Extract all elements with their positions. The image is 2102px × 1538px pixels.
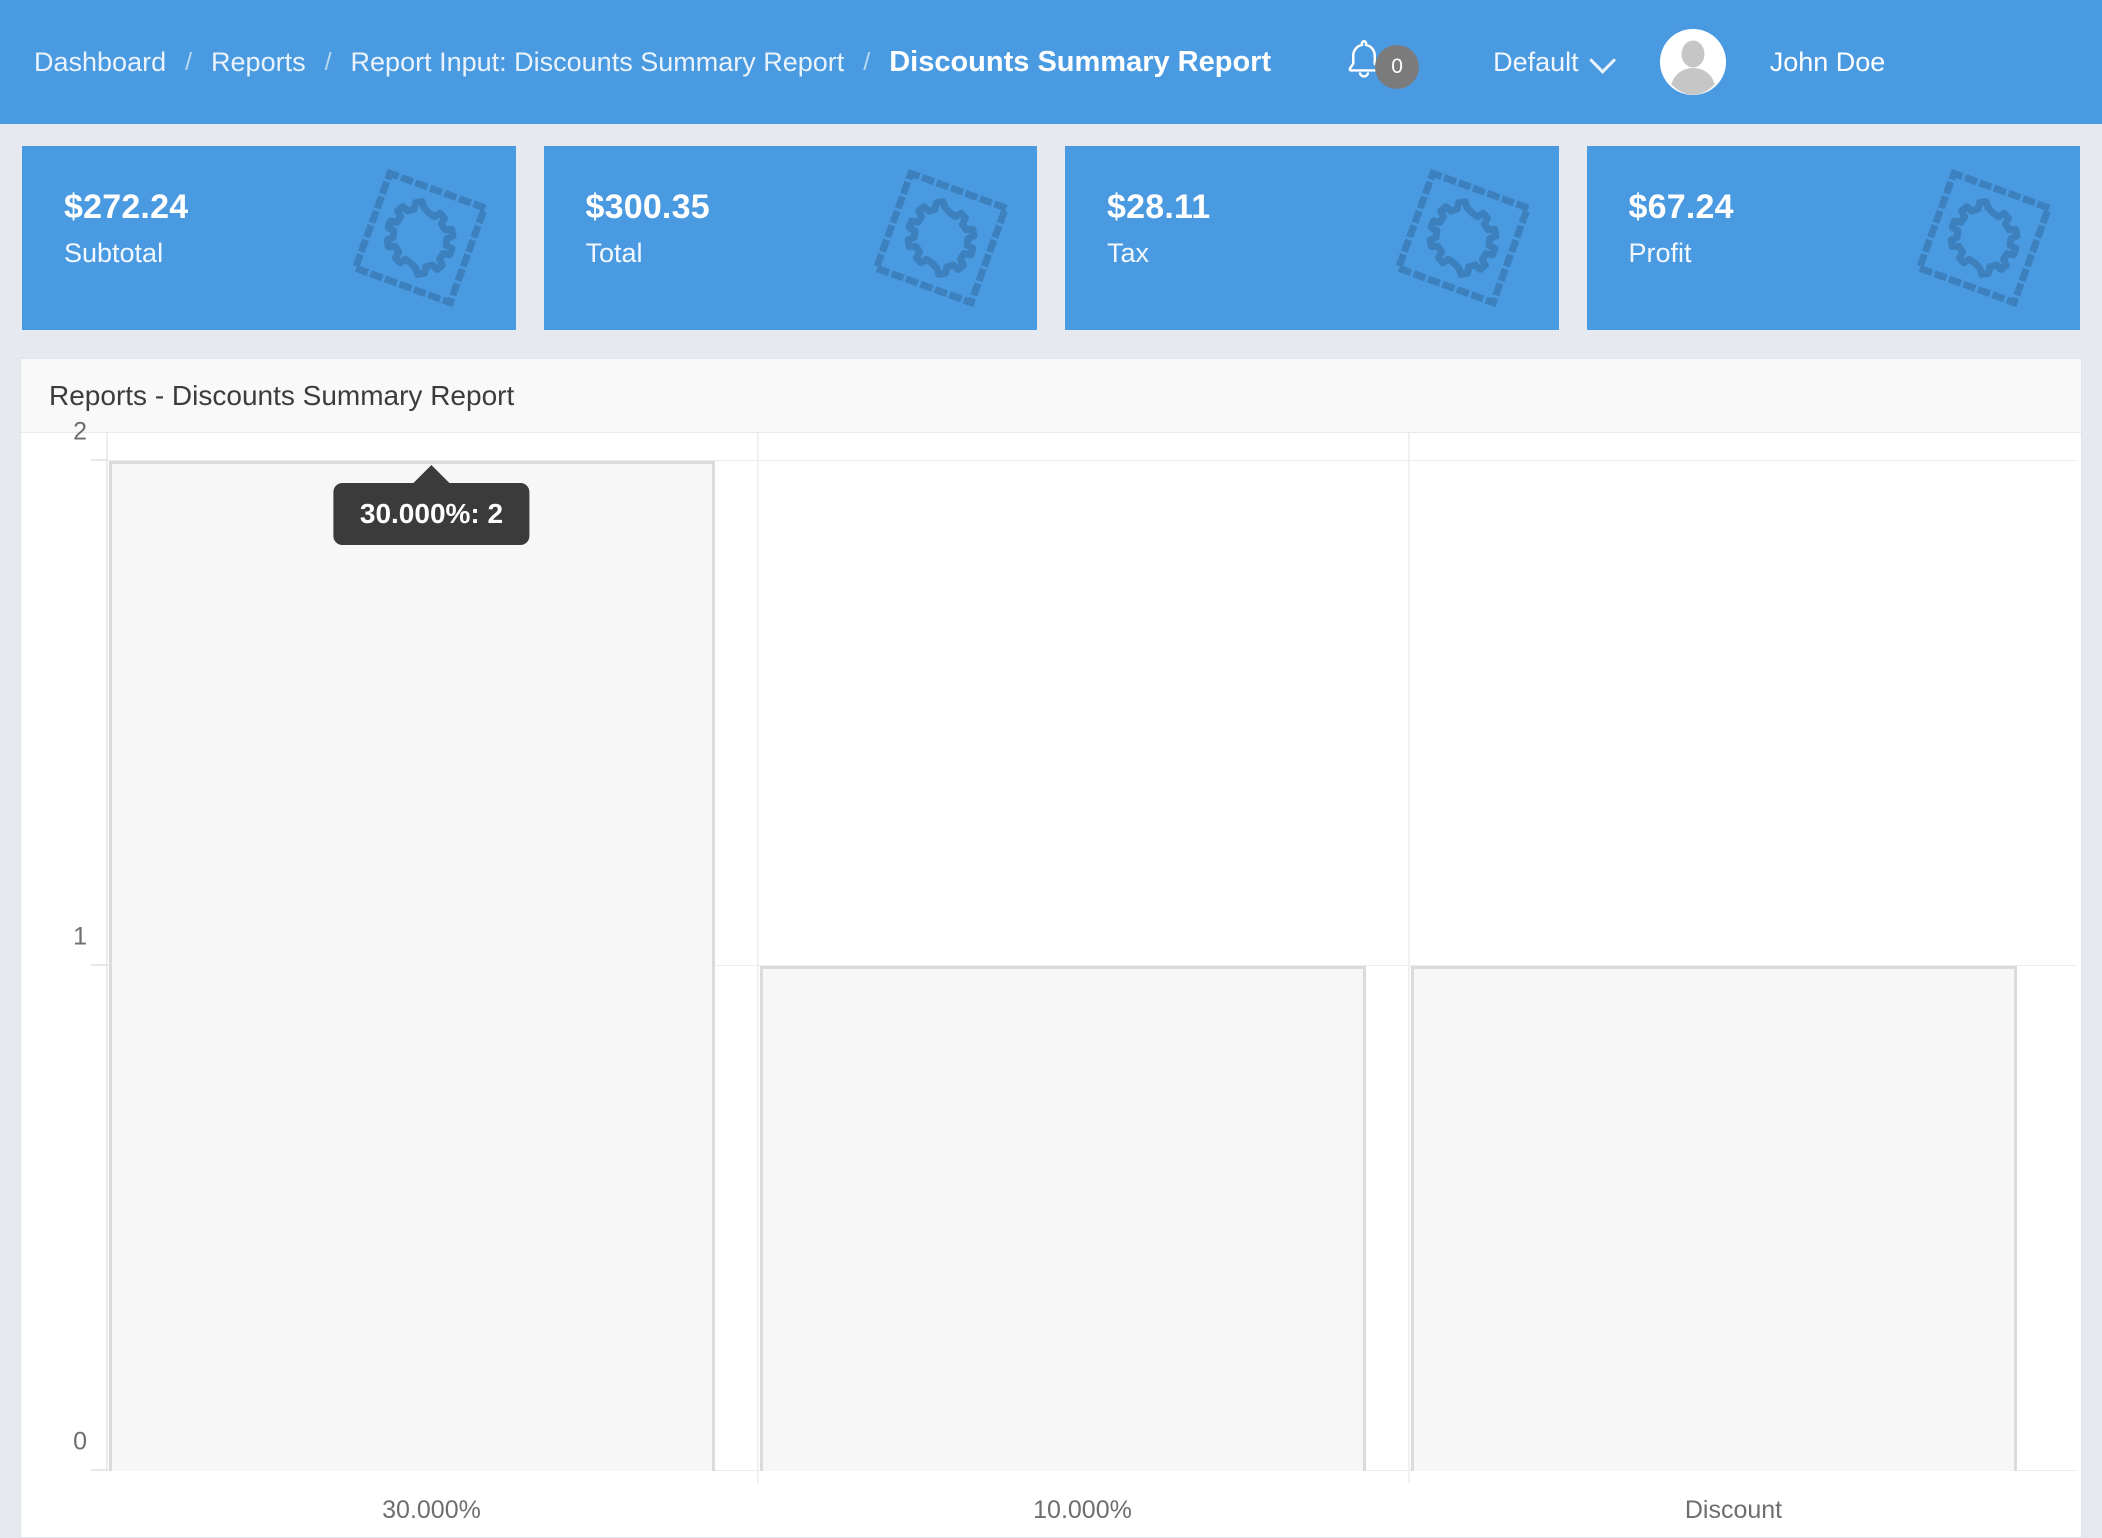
workspace-selector[interactable]: Default xyxy=(1493,47,1610,78)
breadcrumb: Dashboard / Reports / Report Input: Disc… xyxy=(34,46,1271,79)
kpi-card-row: $272.24 Subtotal $300.35 Total $28.11 Ta… xyxy=(0,124,2102,330)
kpi-label: Profit xyxy=(1629,238,1692,269)
page-title: Reports - Discounts Summary Report xyxy=(49,380,514,412)
user-avatar-icon xyxy=(1660,29,1726,95)
chart-y-tick-label: 1 xyxy=(73,923,87,952)
chart-y-tick-label: 0 xyxy=(73,1428,87,1457)
chart-y-tick-mark xyxy=(91,1470,107,1471)
breadcrumb-item-current-page: Discounts Summary Report xyxy=(889,46,1271,79)
chart-y-tick-mark xyxy=(91,460,107,461)
kpi-card-subtotal[interactable]: $272.24 Subtotal xyxy=(22,146,516,330)
chart-canvas[interactable]: 01230.000%10.000%Discount30.000%: 2 xyxy=(21,433,2081,1537)
chart-y-tick-label: 2 xyxy=(73,418,87,447)
gear-in-dashed-square-icon xyxy=(1393,168,1533,308)
breadcrumb-separator: / xyxy=(306,48,351,77)
breadcrumb-item-reports[interactable]: Reports xyxy=(211,47,306,78)
kpi-value: $272.24 xyxy=(64,188,188,227)
chart-plot-area: 01230.000%10.000%Discount30.000%: 2 xyxy=(106,461,2059,1471)
kpi-card-profit[interactable]: $67.24 Profit xyxy=(1587,146,2081,330)
chart-tooltip: 30.000%: 2 xyxy=(334,483,529,545)
gear-in-dashed-square-icon xyxy=(871,168,1011,308)
chart-gridline-vertical xyxy=(757,433,759,1483)
chart-bar[interactable] xyxy=(1411,966,2017,1471)
kpi-value: $300.35 xyxy=(586,188,710,227)
kpi-card-tax[interactable]: $28.11 Tax xyxy=(1065,146,1559,330)
breadcrumb-item-report-input[interactable]: Report Input: Discounts Summary Report xyxy=(351,47,845,78)
top-header-bar: Dashboard / Reports / Report Input: Disc… xyxy=(0,0,2102,124)
notifications-button[interactable]: 0 xyxy=(1341,27,1427,97)
avatar[interactable] xyxy=(1660,29,1726,95)
notification-count-badge: 0 xyxy=(1375,45,1419,89)
breadcrumb-separator: / xyxy=(166,48,211,77)
chart-y-tick-mark xyxy=(91,965,107,966)
workspace-selector-label: Default xyxy=(1493,47,1579,78)
kpi-value: $28.11 xyxy=(1107,188,1210,227)
chart-y-axis-line xyxy=(106,433,108,1471)
kpi-label: Tax xyxy=(1107,238,1149,269)
gear-in-dashed-square-icon xyxy=(1914,168,2054,308)
kpi-card-total[interactable]: $300.35 Total xyxy=(544,146,1038,330)
breadcrumb-item-dashboard[interactable]: Dashboard xyxy=(34,47,166,78)
kpi-label: Subtotal xyxy=(64,238,163,269)
gear-in-dashed-square-icon xyxy=(350,168,490,308)
kpi-label: Total xyxy=(586,238,643,269)
breadcrumb-separator: / xyxy=(844,48,889,77)
chart-x-tick-label: 30.000% xyxy=(382,1496,481,1525)
user-name-label[interactable]: John Doe xyxy=(1770,47,1886,78)
chevron-down-icon xyxy=(1589,46,1616,73)
report-chart-panel: Reports - Discounts Summary Report 01230… xyxy=(20,358,2082,1538)
chart-x-tick-label: Discount xyxy=(1685,1496,1782,1525)
header-actions: 0 Default John Doe xyxy=(1341,27,1885,97)
chart-x-tick-label: 10.000% xyxy=(1033,1496,1132,1525)
kpi-value: $67.24 xyxy=(1629,188,1734,227)
chart-bar[interactable] xyxy=(760,966,1366,1471)
chart-gridline-vertical xyxy=(1408,433,1410,1483)
chart-bar[interactable] xyxy=(109,461,715,1471)
panel-header: Reports - Discounts Summary Report xyxy=(21,359,2081,433)
